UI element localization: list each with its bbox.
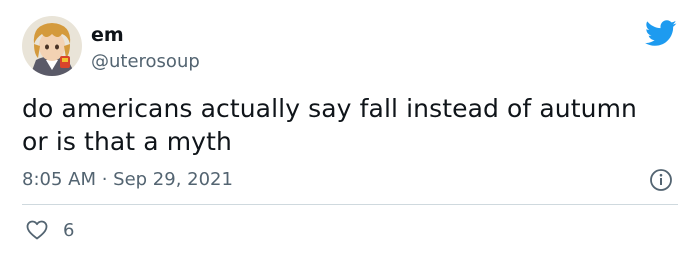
anime-character-avatar-icon [22,16,82,76]
like-button[interactable] [25,218,49,242]
tweet-card: em @uterosoup do americans actually say … [0,0,700,257]
info-icon[interactable] [649,168,673,192]
tweet-text-line: or is that a myth [22,127,232,156]
tweet-timestamp[interactable]: 8:05 AM · Sep 29, 2021 [22,168,233,192]
tweet-text: do americans actually say fall instead o… [22,92,682,158]
divider [22,204,678,205]
tweet-text-line: do americans actually say fall instead o… [22,94,637,123]
author-handle[interactable]: @uterosoup [91,50,200,74]
heart-icon [26,220,48,240]
twitter-bird-icon[interactable] [645,20,677,47]
avatar[interactable] [22,16,82,76]
author-display-name[interactable]: em [91,23,124,47]
like-count: 6 [63,220,75,241]
